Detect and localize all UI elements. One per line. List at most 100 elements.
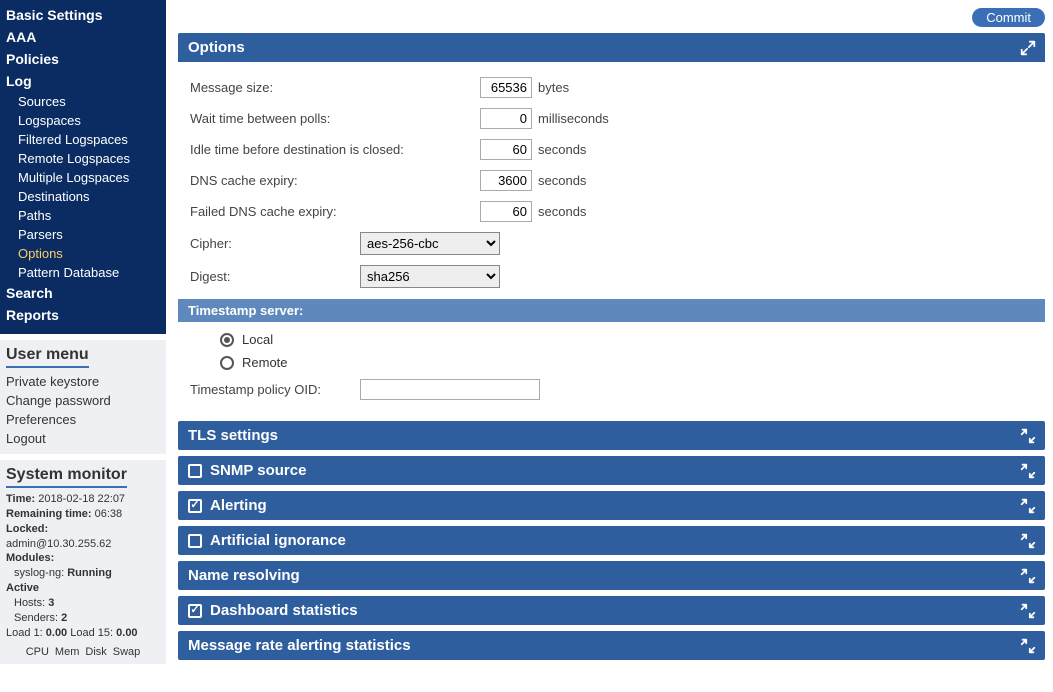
failed-dns-input[interactable]: [480, 201, 532, 222]
nav-item-remote-logspaces[interactable]: Remote Logspaces: [0, 149, 166, 168]
panel-snmp-source: SNMP source: [178, 456, 1045, 485]
dns-expiry-input[interactable]: [480, 170, 532, 191]
expand-icon[interactable]: [1019, 602, 1037, 620]
panel-tls-settings: TLS settings: [178, 421, 1045, 450]
panel-title: SNMP source: [210, 462, 306, 479]
timestamp-local-label: Local: [242, 332, 273, 347]
commit-button[interactable]: Commit: [972, 8, 1045, 27]
digest-select[interactable]: sha256: [360, 265, 500, 288]
sm-remaining-label: Remaining time:: [6, 508, 92, 520]
timestamp-server-header: Timestamp server:: [178, 299, 1045, 322]
expand-icon[interactable]: [1019, 567, 1037, 585]
panel-title: Dashboard statistics: [210, 602, 358, 619]
checkbox-unchecked-icon[interactable]: [188, 534, 202, 548]
sm-modules-label: Modules:: [6, 552, 54, 564]
checkbox-checked-icon[interactable]: [188, 604, 202, 618]
cipher-label: Cipher:: [190, 236, 360, 251]
sysmon-tab-cpu[interactable]: CPU: [26, 646, 49, 658]
timestamp-remote-radio[interactable]: Remote: [190, 351, 1033, 374]
idle-time-unit: seconds: [538, 142, 586, 157]
radio-unselected-icon: [220, 356, 234, 370]
panel-header-alerting[interactable]: Alerting: [178, 491, 1045, 520]
sm-module-status: Running: [67, 567, 112, 579]
wait-time-input[interactable]: [480, 108, 532, 129]
panel-header-snmp-source[interactable]: SNMP source: [178, 456, 1045, 485]
sm-time-value: 2018-02-18 22:07: [38, 493, 125, 505]
panel-alerting: Alerting: [178, 491, 1045, 520]
timestamp-oid-input[interactable]: [360, 379, 540, 400]
sm-active-label: Active: [6, 582, 39, 594]
radio-selected-icon: [220, 333, 234, 347]
panel-title: Message rate alerting statistics: [188, 637, 411, 654]
panel-artificial-ignorance: Artificial ignorance: [178, 526, 1045, 555]
nav-item-log[interactable]: Log: [0, 70, 166, 92]
nav-item-filtered-logspaces[interactable]: Filtered Logspaces: [0, 130, 166, 149]
sm-hosts-label: Hosts:: [14, 597, 45, 609]
nav-item-policies[interactable]: Policies: [0, 48, 166, 70]
user-menu-item-private-keystore[interactable]: Private keystore: [6, 372, 160, 391]
sidebar-nav: Basic SettingsAAAPoliciesLogSourcesLogsp…: [0, 0, 166, 334]
user-menu-item-preferences[interactable]: Preferences: [6, 410, 160, 429]
expand-icon[interactable]: [1019, 637, 1037, 655]
sm-locked-value: admin@10.30.255.62: [6, 538, 111, 550]
panel-title: Name resolving: [188, 567, 300, 584]
nav-item-aaa[interactable]: AAA: [0, 26, 166, 48]
message-size-input[interactable]: [480, 77, 532, 98]
panel-title: Alerting: [210, 497, 267, 514]
nav-item-reports[interactable]: Reports: [0, 304, 166, 326]
timestamp-local-radio[interactable]: Local: [190, 328, 1033, 351]
dns-expiry-label: DNS cache expiry:: [190, 173, 480, 188]
nav-item-options[interactable]: Options: [0, 244, 166, 263]
nav-item-search[interactable]: Search: [0, 282, 166, 304]
checkbox-unchecked-icon[interactable]: [188, 464, 202, 478]
cipher-select[interactable]: aes-256-cbc: [360, 232, 500, 255]
timestamp-remote-label: Remote: [242, 355, 288, 370]
sysmon-tab-disk[interactable]: Disk: [85, 646, 106, 658]
dns-expiry-unit: seconds: [538, 173, 586, 188]
nav-item-multiple-logspaces[interactable]: Multiple Logspaces: [0, 168, 166, 187]
sm-remaining-value: 06:38: [95, 508, 123, 520]
sm-senders-value: 2: [61, 612, 67, 624]
sysmon-tab-swap[interactable]: Swap: [113, 646, 141, 658]
expand-icon[interactable]: [1019, 427, 1037, 445]
options-panel-title: Options: [188, 39, 245, 56]
nav-item-logspaces[interactable]: Logspaces: [0, 111, 166, 130]
panel-header-tls-settings[interactable]: TLS settings: [178, 421, 1045, 450]
panel-header-name-resolving[interactable]: Name resolving: [178, 561, 1045, 590]
idle-time-input[interactable]: [480, 139, 532, 160]
nav-item-paths[interactable]: Paths: [0, 206, 166, 225]
sysmon-tab-mem[interactable]: Mem: [55, 646, 79, 658]
panel-title: Artificial ignorance: [210, 532, 346, 549]
user-menu-item-change-password[interactable]: Change password: [6, 391, 160, 410]
timestamp-oid-label: Timestamp policy OID:: [190, 382, 360, 397]
panel-header-message-rate-alerting-statistics[interactable]: Message rate alerting statistics: [178, 631, 1045, 660]
system-monitor-title: System monitor: [6, 466, 127, 488]
nav-item-destinations[interactable]: Destinations: [0, 187, 166, 206]
wait-time-unit: milliseconds: [538, 111, 609, 126]
checkbox-checked-icon[interactable]: [188, 499, 202, 513]
nav-item-parsers[interactable]: Parsers: [0, 225, 166, 244]
sm-load1-value: 0.00: [46, 627, 67, 639]
options-panel-header[interactable]: Options: [178, 33, 1045, 62]
expand-icon[interactable]: [1019, 532, 1037, 550]
digest-label: Digest:: [190, 269, 360, 284]
nav-item-basic-settings[interactable]: Basic Settings: [0, 4, 166, 26]
sm-locked-label: Locked:: [6, 523, 48, 535]
expand-icon[interactable]: [1019, 497, 1037, 515]
sm-load15-label: Load 15:: [70, 627, 113, 639]
system-monitor: System monitor Time: 2018-02-18 22:07 Re…: [0, 460, 166, 664]
user-menu-item-logout[interactable]: Logout: [6, 429, 160, 448]
sm-senders-label: Senders:: [14, 612, 58, 624]
collapse-icon[interactable]: [1019, 39, 1037, 57]
expand-icon[interactable]: [1019, 462, 1037, 480]
nav-item-sources[interactable]: Sources: [0, 92, 166, 111]
panel-header-artificial-ignorance[interactable]: Artificial ignorance: [178, 526, 1045, 555]
wait-time-label: Wait time between polls:: [190, 111, 480, 126]
panel-header-dashboard-statistics[interactable]: Dashboard statistics: [178, 596, 1045, 625]
message-size-label: Message size:: [190, 80, 480, 95]
user-menu-title: User menu: [6, 346, 89, 368]
panel-message-rate-alerting-statistics: Message rate alerting statistics: [178, 631, 1045, 660]
sm-hosts-value: 3: [48, 597, 54, 609]
nav-item-pattern-database[interactable]: Pattern Database: [0, 263, 166, 282]
user-menu: User menu Private keystoreChange passwor…: [0, 340, 166, 454]
